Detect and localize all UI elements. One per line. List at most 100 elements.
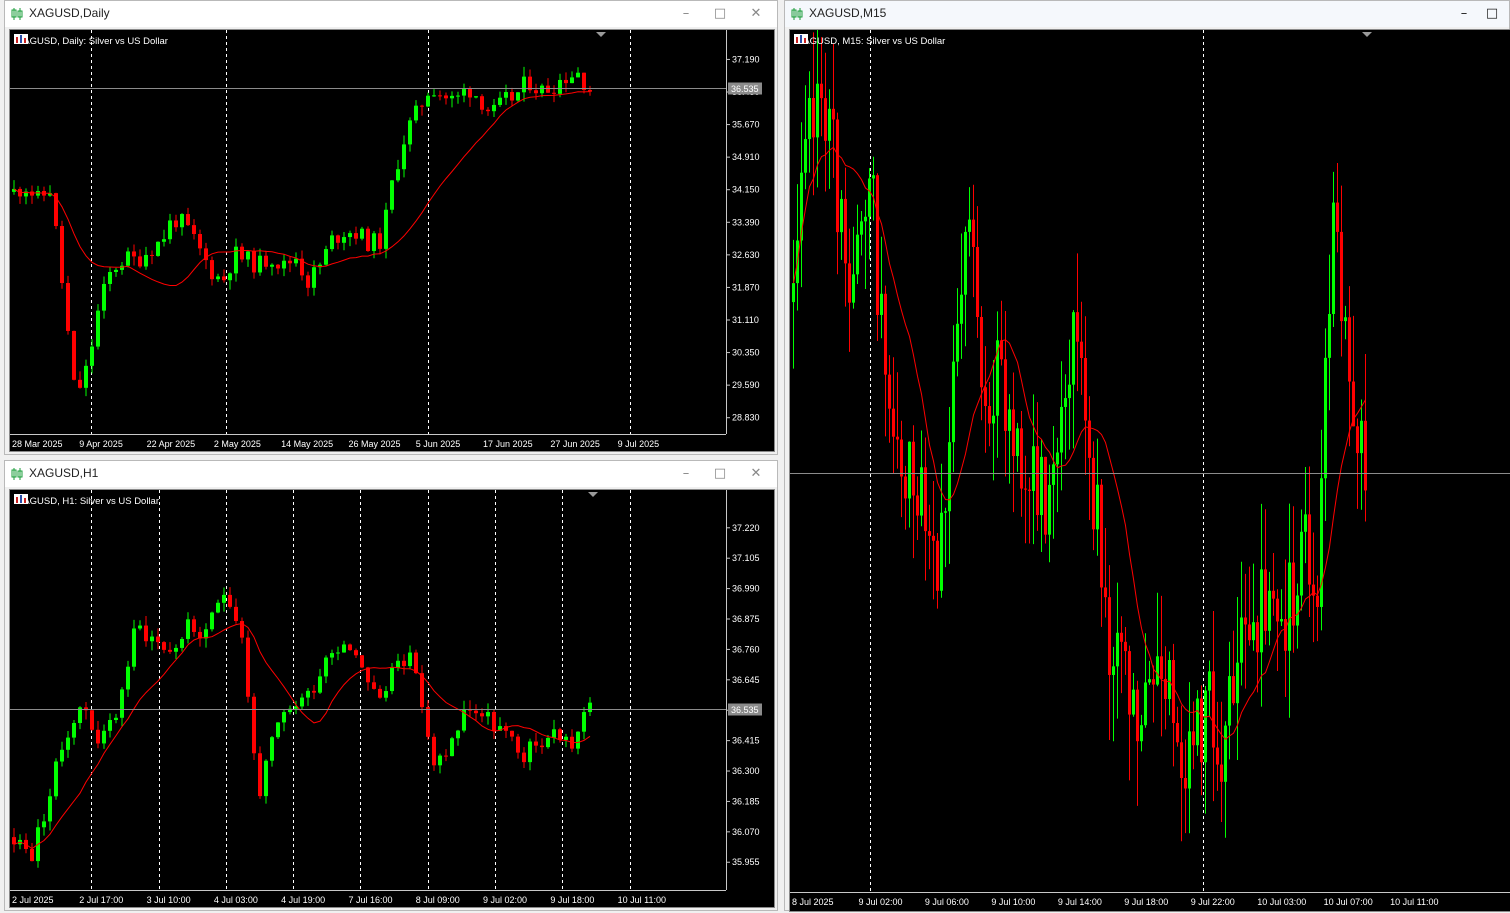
minimize-icon[interactable]: –: [669, 464, 703, 484]
price-tick-label: 31.110: [732, 315, 759, 325]
candle-body: [90, 710, 94, 730]
candle-body: [42, 821, 46, 828]
candle-body: [516, 92, 520, 101]
candle-body: [912, 441, 915, 496]
price-tick-label: 36.875: [732, 614, 760, 624]
price-chart[interactable]: 8 Jul 2025 9 Jul 02:00 9 Jul 06:00 9 Jul 10…: [790, 30, 1510, 913]
maximize-icon[interactable]: □: [703, 464, 737, 484]
time-axis-label: 10 Jul 11:00: [1390, 897, 1438, 907]
candle-body: [474, 710, 478, 714]
time-axis-label: 9 Jul 2025: [618, 439, 660, 449]
price-tick-label: 36.185: [732, 796, 760, 806]
candle-body: [564, 79, 568, 84]
candle-body: [180, 214, 184, 228]
price-tick-label: 36.645: [732, 675, 760, 685]
candle-body: [582, 72, 586, 91]
candle-body: [282, 712, 286, 723]
candle-body: [880, 293, 883, 315]
candle-body: [1156, 656, 1159, 685]
candle-body: [336, 235, 340, 243]
candle-body: [264, 255, 268, 267]
candle-body: [324, 249, 328, 265]
candle-body: [252, 696, 256, 754]
candle-body: [420, 673, 424, 708]
candle-body: [372, 682, 376, 689]
candle-body: [1340, 231, 1343, 322]
candle-body: [1248, 624, 1251, 641]
candle-body: [540, 745, 544, 748]
candle-body: [228, 273, 232, 281]
price-tick-label: 36.300: [732, 766, 760, 776]
price-tick-label: 35.955: [732, 857, 760, 867]
chart-header-text: XAGUSD, Daily: Silver vs US Dollar: [17, 35, 168, 47]
candle-body: [144, 254, 148, 267]
chart-canvas[interactable]: 2 Jul 2025 2 Jul 17:00 3 Jul 10:00 4 Jul 03…: [9, 489, 775, 908]
window-titlebar[interactable]: XAGUSD,M15 – □: [785, 1, 1509, 27]
chart-header-text: XAGUSD, H1: Silver vs US Dollar: [17, 495, 160, 507]
shift-marker-icon[interactable]: [596, 32, 606, 37]
candle-body: [102, 283, 106, 311]
maximize-icon[interactable]: □: [1475, 4, 1509, 24]
candle-body: [192, 225, 196, 235]
time-axis-label: 9 Jul 18:00: [550, 895, 594, 905]
candle-body: [1024, 488, 1027, 490]
candle-body: [534, 90, 538, 94]
time-axis-label: 17 Jun 2025: [483, 439, 533, 449]
candle-body: [540, 85, 544, 94]
candle-body: [348, 233, 352, 238]
chart-canvas[interactable]: 28 Mar 2025 9 Apr 2025 22 Apr 2025 2 May 20…: [9, 29, 775, 452]
candle-body: [54, 761, 58, 797]
candle-body: [968, 219, 971, 232]
candle-body: [444, 755, 448, 757]
candle-body: [848, 263, 851, 303]
time-axis-label: 9 Jul 10:00: [991, 897, 1035, 907]
candle-body: [300, 697, 304, 707]
candle-body: [924, 467, 927, 532]
price-chart[interactable]: 2 Jul 2025 2 Jul 17:00 3 Jul 10:00 4 Jul 03…: [10, 490, 776, 909]
candle-body: [72, 330, 76, 380]
chart-canvas[interactable]: 8 Jul 2025 9 Jul 02:00 9 Jul 06:00 9 Jul 10…: [789, 29, 1510, 912]
candle-body: [30, 849, 34, 862]
candle-body: [342, 644, 346, 653]
window-titlebar[interactable]: XAGUSD,H1 – □ ✕: [5, 461, 777, 487]
maximize-icon[interactable]: □: [703, 4, 737, 24]
candle-body: [498, 97, 502, 105]
time-axis-label: 10 Jul 11:00: [618, 895, 666, 905]
window-titlebar[interactable]: XAGUSD,Daily – □ ✕: [5, 1, 777, 27]
candle-body: [928, 531, 931, 536]
candlestick-icon: [791, 8, 803, 20]
candle-body: [270, 737, 274, 761]
minimize-icon[interactable]: –: [669, 4, 703, 24]
candle-body: [1204, 690, 1207, 763]
close-icon[interactable]: ✕: [739, 4, 773, 24]
candle-body: [108, 719, 112, 731]
price-tick-label: 34.910: [732, 152, 760, 162]
price-tick-label: 29.590: [732, 380, 760, 390]
price-tick-label: 32.630: [732, 250, 760, 260]
candle-body: [860, 221, 863, 235]
candle-body: [984, 387, 987, 407]
candle-body: [90, 346, 94, 366]
candle-body: [1056, 452, 1059, 465]
candle-body: [864, 216, 867, 222]
candle-body: [576, 731, 580, 749]
candle-body: [1260, 569, 1263, 653]
candle-body: [456, 730, 460, 739]
time-axis-label: 2 Jul 2025: [12, 895, 54, 905]
candle-body: [892, 408, 895, 437]
time-axis-label: 10 Jul 07:00: [1324, 897, 1373, 907]
candle-body: [812, 97, 815, 138]
chart-window-h1: XAGUSD,H1 – □ ✕ 2 Jul 2025 2 Jul 17:00 3 J…: [4, 460, 778, 911]
candle-body: [920, 467, 923, 516]
close-icon[interactable]: ✕: [739, 464, 773, 484]
candle-body: [288, 260, 292, 264]
candle-body: [1168, 660, 1171, 700]
time-axis-label: 3 Jul 10:00: [147, 895, 191, 905]
candle-body: [1128, 651, 1131, 715]
candle-body: [576, 72, 580, 78]
shift-marker-icon[interactable]: [1362, 32, 1372, 37]
shift-marker-icon[interactable]: [588, 492, 598, 497]
price-chart[interactable]: 28 Mar 2025 9 Apr 2025 22 Apr 2025 2 May 20…: [10, 30, 776, 453]
candle-body: [222, 276, 226, 281]
candle-body: [384, 209, 388, 249]
